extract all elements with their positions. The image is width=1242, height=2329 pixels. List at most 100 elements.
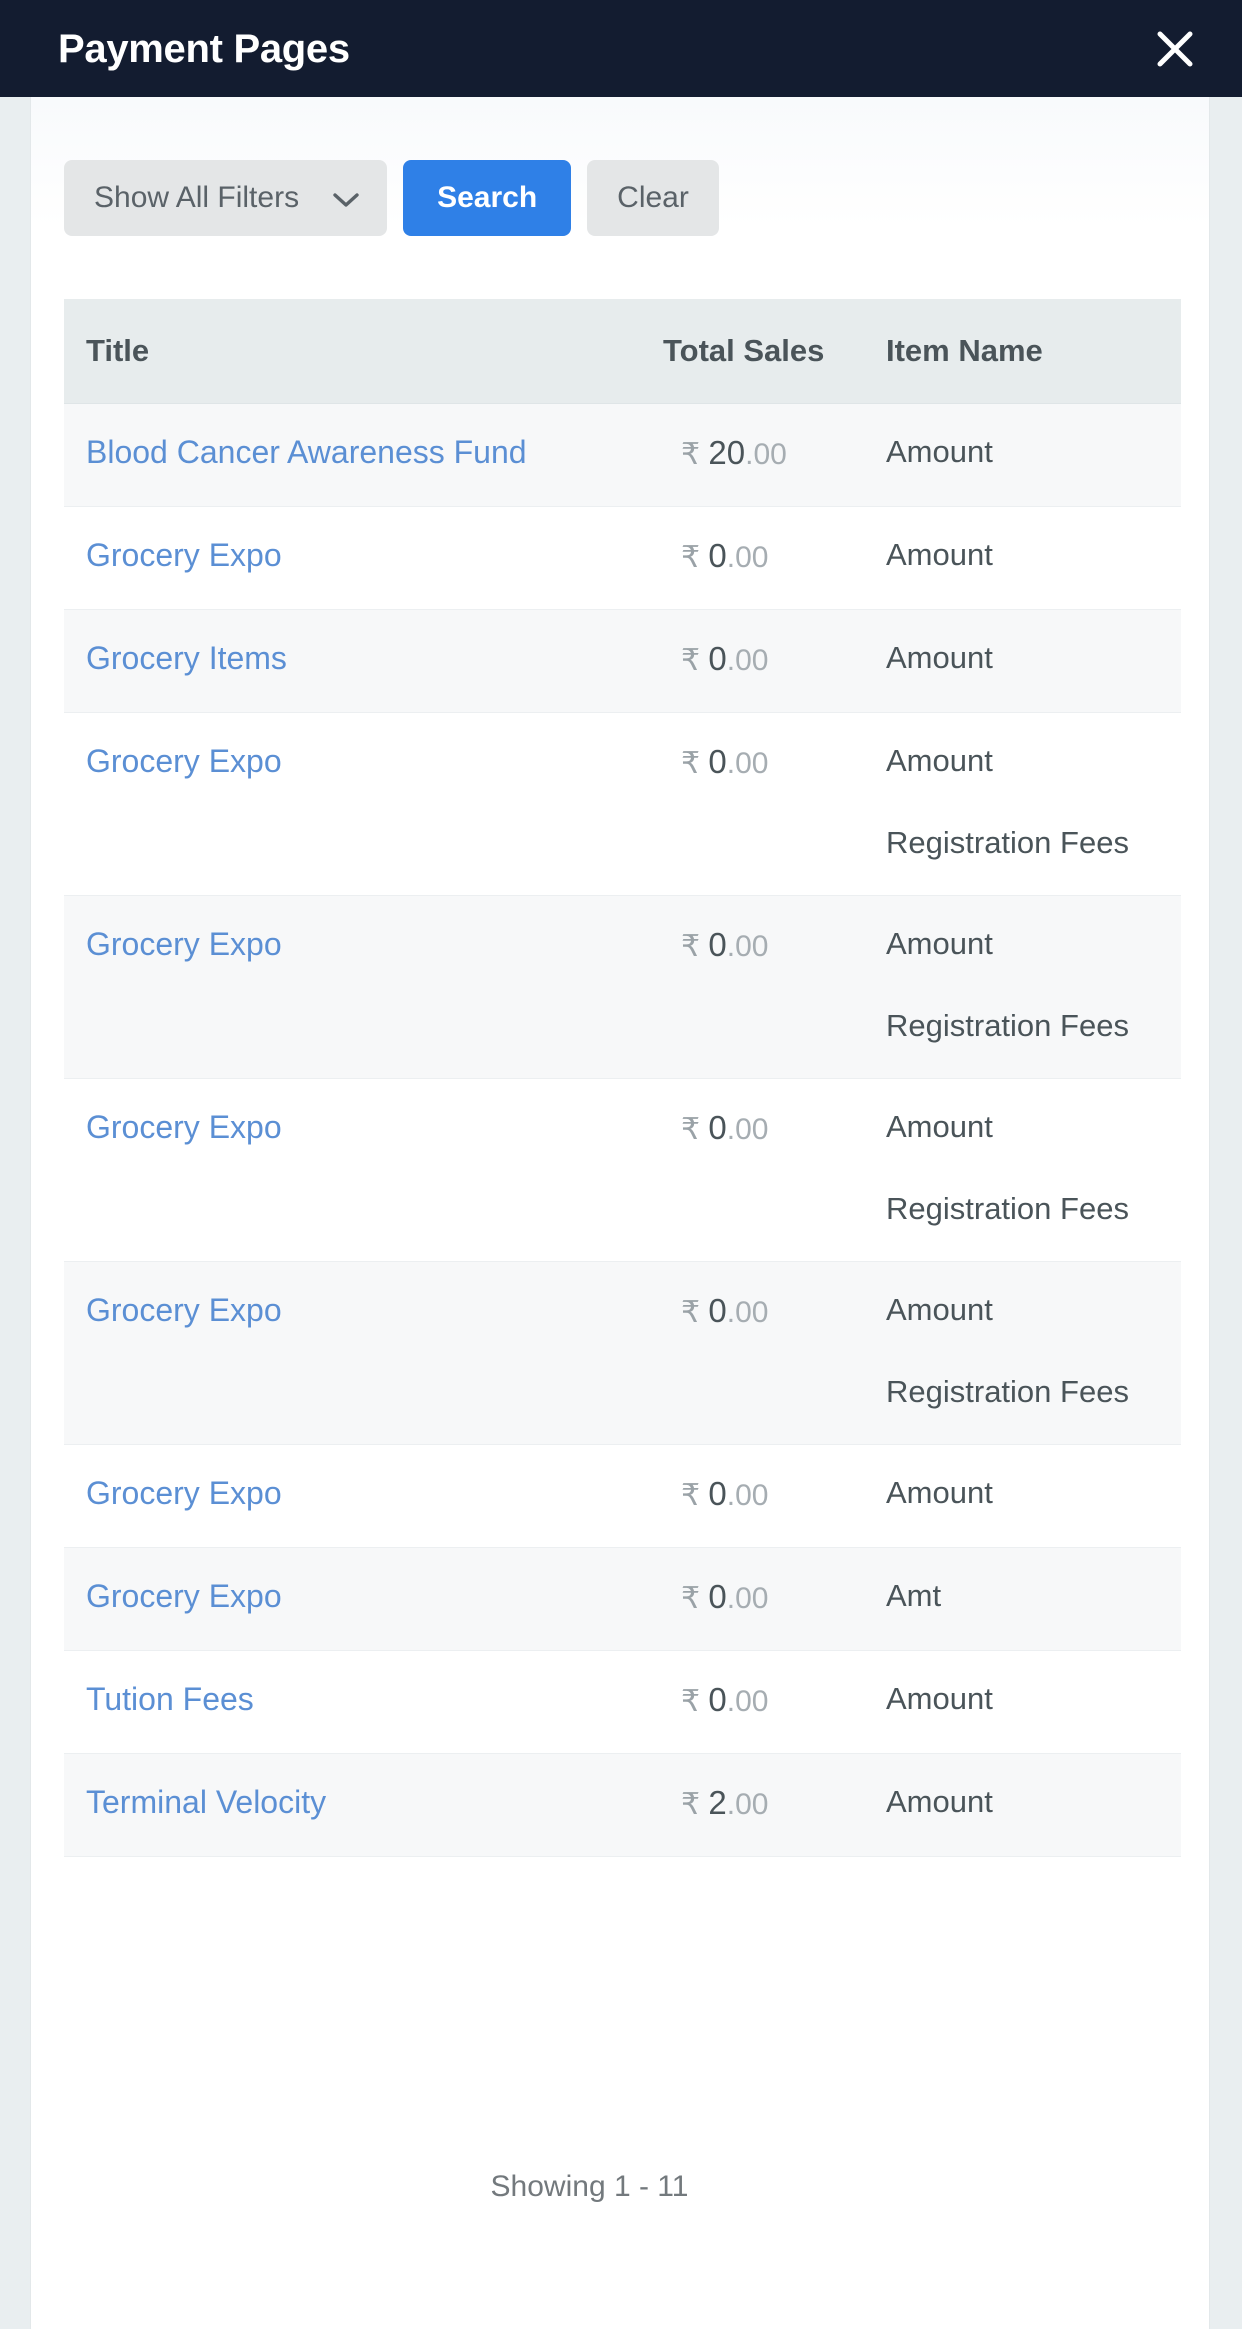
table-cell-total-sales: ₹ 0.00 <box>659 1444 864 1548</box>
column-header-title[interactable]: Title <box>64 299 659 404</box>
payment-page-link[interactable]: Grocery Expo <box>86 1578 282 1614</box>
payment-page-link[interactable]: Grocery Items <box>86 640 287 676</box>
table-cell-title: Tution Fees <box>64 1650 659 1754</box>
item-name-line: Amount <box>886 537 993 572</box>
amount-integer: 0 <box>708 1475 727 1512</box>
amount-integer: 0 <box>708 537 727 574</box>
payment-page-link[interactable]: Tution Fees <box>86 1681 254 1717</box>
amount-decimal: .00 <box>726 1685 769 1718</box>
payment-pages-table-scroll[interactable]: Title Total Sales Item Name Blood Cancer… <box>64 299 1181 1857</box>
amount-integer: 20 <box>708 434 746 471</box>
table-cell-total-sales: ₹ 0.00 <box>659 712 864 896</box>
item-name-line: Amount <box>886 434 993 469</box>
amount-decimal: .00 <box>726 1479 769 1512</box>
rupee-icon: ₹ <box>681 644 709 677</box>
amount-integer: 0 <box>708 1292 727 1329</box>
table-row: Blood Cancer Awareness Fund ₹ 20.00 Amount <box>64 403 1181 507</box>
payment-page-link[interactable]: Grocery Expo <box>86 926 282 962</box>
amount-integer: 0 <box>708 926 727 963</box>
amount-integer: 0 <box>708 1578 727 1615</box>
item-name-line: Amount <box>886 926 993 961</box>
show-all-filters-label: Show All Filters <box>94 181 300 214</box>
payment-page-link[interactable]: Grocery Expo <box>86 743 282 779</box>
table-cell-item-name: Amount <box>864 1650 1181 1754</box>
table-row: Grocery Expo ₹ 0.00 Amount Registration Fee… <box>64 895 1181 1079</box>
table-row: Terminal Velocity ₹ 2.00 Amount <box>64 1753 1181 1857</box>
close-icon[interactable] <box>1142 16 1208 82</box>
amount-decimal: .00 <box>745 438 787 471</box>
table-cell-item-name: Amount <box>864 1753 1181 1857</box>
table-cell-title: Grocery Items <box>64 609 659 713</box>
item-name-line: Amount <box>886 1109 993 1144</box>
filter-toolbar: Show All Filters Search Clear <box>64 160 719 236</box>
chevron-down-icon <box>333 184 359 214</box>
rupee-icon: ₹ <box>681 1296 709 1329</box>
modal-titlebar: Payment Pages <box>0 0 1242 97</box>
table-cell-total-sales: ₹ 2.00 <box>659 1753 864 1857</box>
table-cell-item-name: Amount <box>864 1444 1181 1548</box>
payment-page-link[interactable]: Grocery Expo <box>86 1109 282 1145</box>
rupee-icon: ₹ <box>681 1113 709 1146</box>
payment-page-link[interactable]: Blood Cancer Awareness Fund <box>86 434 527 470</box>
page-title: Payment Pages <box>58 26 350 71</box>
table-cell-item-name: Amount <box>864 609 1181 713</box>
payment-pages-modal: Payment Pages Show All Filters Search Cl… <box>0 0 1242 2329</box>
amount-decimal: .00 <box>726 1788 769 1821</box>
modal-body: Show All Filters Search Clear Title Tota… <box>30 97 1210 2329</box>
payment-pages-table: Title Total Sales Item Name Blood Cancer… <box>64 299 1181 1857</box>
payment-page-link[interactable]: Grocery Expo <box>86 1292 282 1328</box>
item-name-line: Amount <box>886 743 993 778</box>
amount-decimal: .00 <box>726 644 769 677</box>
rupee-icon: ₹ <box>681 1479 709 1512</box>
rupee-icon: ₹ <box>681 1685 709 1718</box>
show-all-filters-dropdown[interactable]: Show All Filters <box>64 160 388 236</box>
column-header-item-name[interactable]: Item Name <box>864 299 1181 404</box>
item-name-line: Registration Fees <box>886 1191 1129 1226</box>
table-cell-item-name: Amt <box>864 1547 1181 1651</box>
table-cell-total-sales: ₹ 0.00 <box>659 506 864 610</box>
table-cell-title: Grocery Expo <box>64 1444 659 1548</box>
table-cell-item-name: Amount Registration Fees <box>864 1078 1181 1262</box>
column-header-total-sales[interactable]: Total Sales <box>659 299 864 404</box>
amount-decimal: .00 <box>726 1296 769 1329</box>
table-cell-title: Terminal Velocity <box>64 1753 659 1857</box>
table-row: Grocery Expo ₹ 0.00 Amount Registration Fee… <box>64 1261 1181 1445</box>
rupee-icon: ₹ <box>681 930 709 963</box>
table-cell-title: Grocery Expo <box>64 506 659 610</box>
amount-integer: 0 <box>708 743 727 780</box>
table-row: Grocery Expo ₹ 0.00 Amount <box>64 506 1181 610</box>
table-cell-total-sales: ₹ 0.00 <box>659 1650 864 1754</box>
amount-integer: 0 <box>708 640 727 677</box>
payment-page-link[interactable]: Terminal Velocity <box>86 1784 326 1820</box>
amount-decimal: .00 <box>726 1582 769 1615</box>
amount-integer: 0 <box>708 1681 727 1718</box>
table-header-row: Title Total Sales Item Name <box>64 299 1181 404</box>
payment-page-link[interactable]: Grocery Expo <box>86 1475 282 1511</box>
table-header: Title Total Sales Item Name <box>64 299 1181 404</box>
rupee-icon: ₹ <box>681 1582 709 1615</box>
amount-decimal: .00 <box>726 541 769 574</box>
table-cell-total-sales: ₹ 20.00 <box>659 403 864 507</box>
table-row: Grocery Expo ₹ 0.00 Amount Registration Fee… <box>64 712 1181 896</box>
item-name-line: Amount <box>886 640 993 675</box>
amount-decimal: .00 <box>726 930 769 963</box>
table-cell-item-name: Amount <box>864 506 1181 610</box>
table-cell-item-name: Amount Registration Fees <box>864 712 1181 896</box>
item-name-line: Registration Fees <box>886 1374 1129 1409</box>
table-cell-total-sales: ₹ 0.00 <box>659 1547 864 1651</box>
table-cell-total-sales: ₹ 0.00 <box>659 1261 864 1445</box>
payment-page-link[interactable]: Grocery Expo <box>86 537 282 573</box>
rupee-icon: ₹ <box>681 541 709 574</box>
amount-integer: 2 <box>708 1784 727 1821</box>
item-name-line: Amount <box>886 1292 993 1327</box>
table-cell-item-name: Amount <box>864 403 1181 507</box>
rupee-icon: ₹ <box>681 1788 709 1821</box>
table-cell-title: Blood Cancer Awareness Fund <box>64 403 659 507</box>
table-cell-title: Grocery Expo <box>64 1261 659 1445</box>
item-name-line: Amt <box>886 1578 942 1613</box>
table-row: Grocery Expo ₹ 0.00 Amount <box>64 1444 1181 1548</box>
table-cell-total-sales: ₹ 0.00 <box>659 609 864 713</box>
search-button[interactable]: Search <box>403 160 572 236</box>
clear-button[interactable]: Clear <box>587 160 719 236</box>
table-cell-total-sales: ₹ 0.00 <box>659 895 864 1079</box>
